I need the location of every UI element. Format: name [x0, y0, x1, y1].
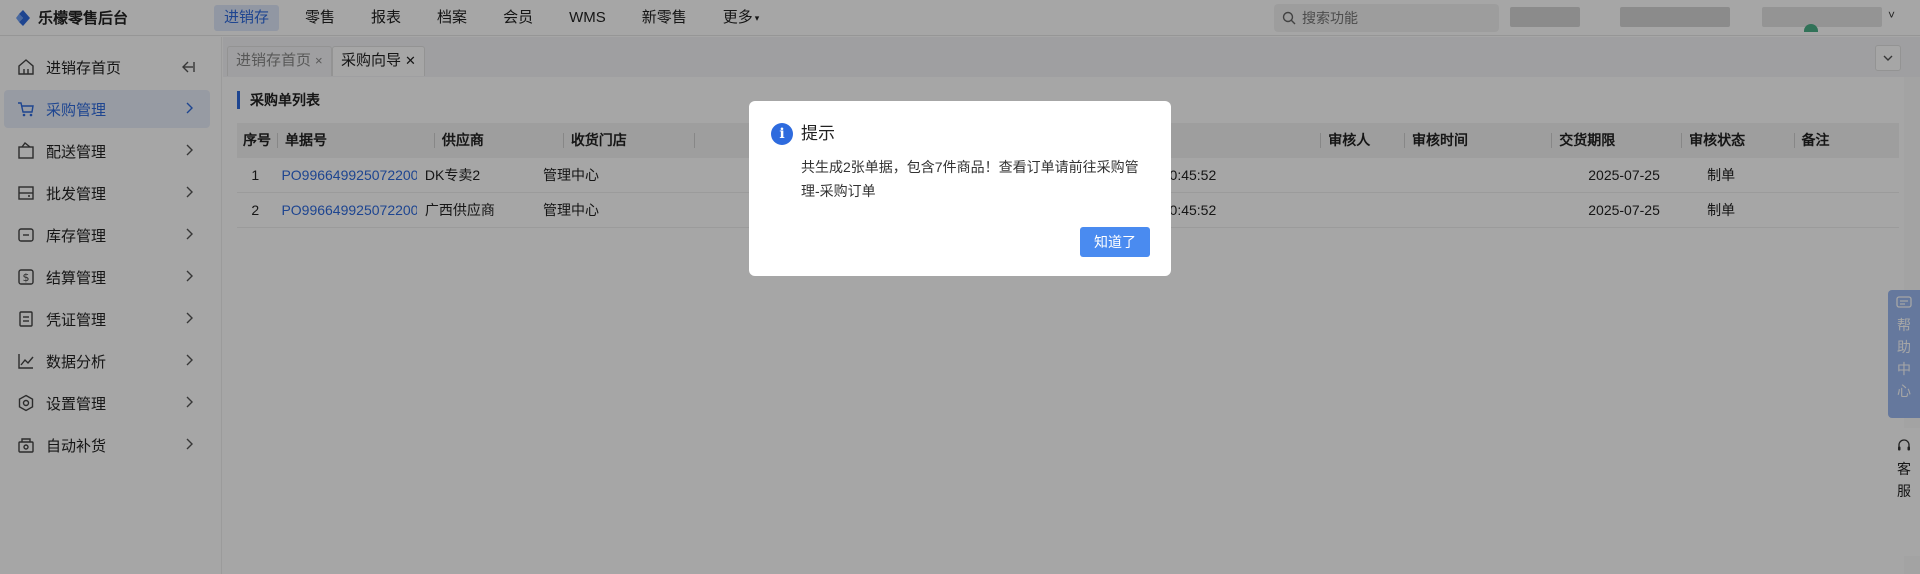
info-icon: i	[771, 123, 793, 145]
modal-overlay[interactable]	[0, 0, 1920, 574]
dialog-message: 共生成2张单据，包含7件商品！查看订单请前往采购管理-采购订单	[801, 159, 1139, 199]
acknowledge-button[interactable]: 知道了	[1080, 227, 1150, 257]
info-dialog: i 提示 共生成2张单据，包含7件商品！查看订单请前往采购管理-采购订单 知道了	[749, 101, 1171, 276]
dialog-title: 提示	[801, 124, 835, 143]
